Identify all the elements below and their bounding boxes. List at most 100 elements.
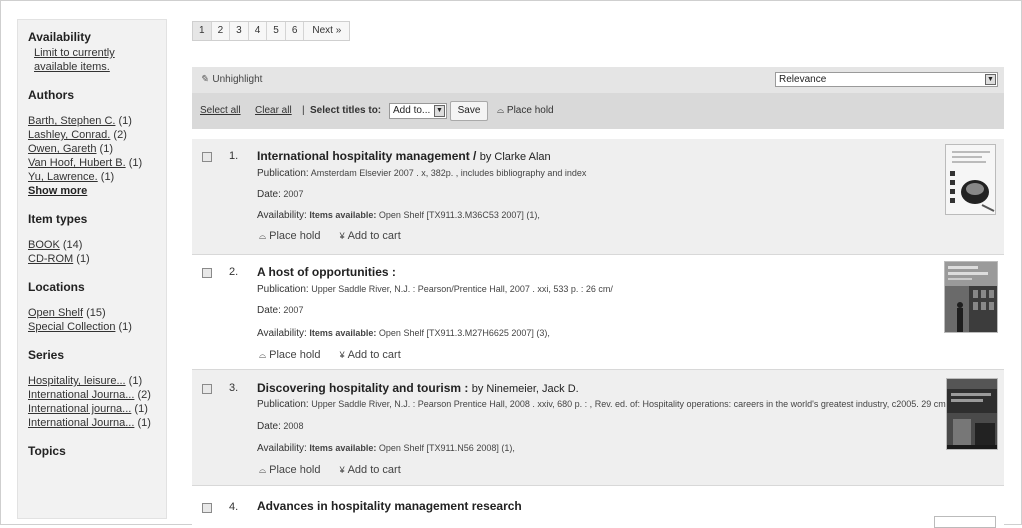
pencil-icon: ✎ — [200, 74, 209, 85]
add-to-cart-link[interactable]: ¥ Add to cart — [340, 230, 401, 242]
place-hold-link[interactable]: ⌓ Place hold — [259, 230, 321, 242]
limit-available-link-wrap: Limit to currently available items. — [28, 46, 158, 74]
result-title-link[interactable]: Advances in hospitality management resea… — [257, 499, 522, 513]
result-publication: Publication: Upper Saddle River, N.J. : … — [257, 399, 948, 410]
add-to-cart-link[interactable]: ¥ Add to cart — [340, 349, 401, 361]
chevron-down-icon: ▼ — [434, 105, 445, 117]
chevron-down-icon: ▼ — [985, 74, 996, 85]
item-type-link[interactable]: BOOK — [28, 239, 60, 251]
result-checkbox[interactable] — [202, 268, 212, 278]
hold-icon: ⌓ — [259, 231, 267, 241]
author-link[interactable]: Owen, Gareth — [28, 143, 96, 155]
availability-value: Open Shelf [TX911.N56 2008] (1), — [378, 443, 515, 453]
result-date: Date: 2007 — [257, 189, 303, 200]
save-button[interactable]: Save — [450, 101, 488, 121]
items-available-label: Items available: — [309, 443, 377, 453]
series-link[interactable]: Hospitality, leisure... — [28, 375, 126, 387]
add-to-select-value: Add to... — [393, 105, 431, 116]
author-link[interactable]: Van Hoof, Hubert B. — [28, 157, 126, 169]
item-type-link[interactable]: CD-ROM — [28, 253, 73, 265]
author-count: (2) — [113, 129, 127, 141]
page-6-link[interactable]: 6 — [286, 22, 305, 40]
series-item: International journa... (1) — [28, 402, 158, 416]
result-availability: Availability: Items available: Open Shel… — [257, 443, 515, 454]
facet-heading-locations: Locations — [28, 280, 85, 294]
book-cover-image[interactable] — [934, 516, 996, 528]
availability-value: Open Shelf [TX911.3.M27H6625 2007] (3), — [378, 328, 550, 338]
book-cover-art — [945, 262, 997, 332]
result-actions: ⌓ Place hold ¥ Add to cart — [259, 464, 417, 476]
series-link[interactable]: International Journa... — [28, 417, 134, 429]
publication-label: Publication: — [257, 168, 309, 179]
next-page-link[interactable]: Next » — [304, 22, 349, 40]
location-link[interactable]: Special Collection — [28, 321, 115, 333]
author-count: (1) — [118, 115, 132, 127]
result-checkbox[interactable] — [202, 152, 212, 162]
page-1-link[interactable]: 1 — [193, 22, 212, 40]
highlight-sort-bar: ✎ Unhighlight Relevance ▼ — [192, 67, 1004, 93]
add-to-cart-label: Add to cart — [347, 230, 401, 242]
unhighlight-link[interactable]: Unhighlight — [212, 74, 262, 85]
result-checkbox[interactable] — [202, 384, 212, 394]
book-cover-image[interactable] — [946, 378, 998, 450]
page-4-link[interactable]: 4 — [249, 22, 268, 40]
availability-label: Availability: — [257, 443, 307, 454]
result-author: by Ninemeier, Jack D. — [471, 383, 579, 395]
result-title-link[interactable]: Discovering hospitality and tourism : — [257, 381, 468, 395]
unhighlight-link-wrap: ✎ Unhighlight — [200, 74, 262, 85]
date-value: 2007 — [283, 189, 304, 199]
author-count: (1) — [100, 171, 115, 183]
publication-value: Amsterdam Elsevier 2007 . x, 382p. , inc… — [310, 168, 587, 178]
author-item: Lashley, Conrad. (2) — [28, 128, 158, 142]
add-to-cart-link[interactable]: ¥ Add to cart — [340, 464, 401, 476]
series-count: (1) — [137, 417, 151, 429]
date-label: Date: — [257, 305, 281, 316]
result-title-link[interactable]: International hospitality management / — [257, 149, 476, 163]
publication-value: Upper Saddle River, N.J. : Pearson Prent… — [311, 399, 949, 409]
book-cover-image[interactable] — [944, 261, 998, 333]
author-item: Yu, Lawrence. (1) — [28, 170, 158, 184]
result-title-link[interactable]: A host of opportunities : — [257, 265, 396, 279]
series-link[interactable]: International journa... — [28, 403, 131, 415]
author-item: Barth, Stephen C. (1) — [28, 114, 158, 128]
facet-heading-availability: Availability — [28, 30, 91, 44]
sort-select[interactable]: Relevance ▼ — [775, 72, 998, 87]
page-2-link[interactable]: 2 — [212, 22, 231, 40]
result-actions: ⌓ Place hold ¥ Add to cart — [259, 349, 417, 361]
author-link[interactable]: Lashley, Conrad. — [28, 129, 110, 141]
show-more-link[interactable]: Show more — [28, 184, 158, 198]
author-count: (1) — [128, 157, 143, 169]
book-cover-art — [947, 379, 997, 449]
series-item: Hospitality, leisure... (1) — [28, 374, 158, 388]
limit-available-link[interactable]: Limit to currently available items. — [34, 47, 115, 73]
result-availability: Availability: Items available: Open Shel… — [257, 210, 540, 221]
date-label: Date: — [257, 421, 281, 432]
item-type-item: CD-ROM (1) — [28, 252, 158, 266]
author-link[interactable]: Yu, Lawrence. — [28, 171, 98, 183]
page-5-link[interactable]: 5 — [267, 22, 286, 40]
series-link[interactable]: International Journa... — [28, 389, 134, 401]
cart-icon: ¥ — [339, 350, 345, 360]
book-cover-image[interactable] — [945, 144, 996, 215]
place-hold-link[interactable]: ⌓ Place hold — [259, 464, 321, 476]
series-count: (1) — [128, 375, 143, 387]
author-link[interactable]: Barth, Stephen C. — [28, 115, 115, 127]
select-all-link[interactable]: Select all — [200, 105, 241, 116]
clear-all-link[interactable]: Clear all — [255, 105, 292, 116]
place-hold-link[interactable]: ⌓ Place hold — [259, 349, 321, 361]
page-3-link[interactable]: 3 — [230, 22, 249, 40]
result-number: 4. — [229, 501, 239, 513]
add-to-select[interactable]: Add to... ▼ — [389, 103, 447, 119]
result-checkbox[interactable] — [202, 503, 212, 513]
result-number: 2. — [229, 266, 239, 278]
toolbar-place-hold-link[interactable]: ⌓ Place hold — [497, 105, 554, 116]
result-item: 1. International hospitality management … — [192, 139, 1004, 255]
series-item: International Journa... (1) — [28, 416, 158, 430]
series-count: (1) — [134, 403, 148, 415]
facet-availability: Availability Limit to currently availabl… — [28, 30, 158, 74]
result-title-wrap: Discovering hospitality and tourism : by… — [257, 381, 579, 395]
result-title-wrap: A host of opportunities : — [257, 265, 396, 279]
place-hold-label: Place hold — [269, 349, 321, 361]
location-link[interactable]: Open Shelf — [28, 307, 83, 319]
place-hold-label: Place hold — [269, 230, 321, 242]
